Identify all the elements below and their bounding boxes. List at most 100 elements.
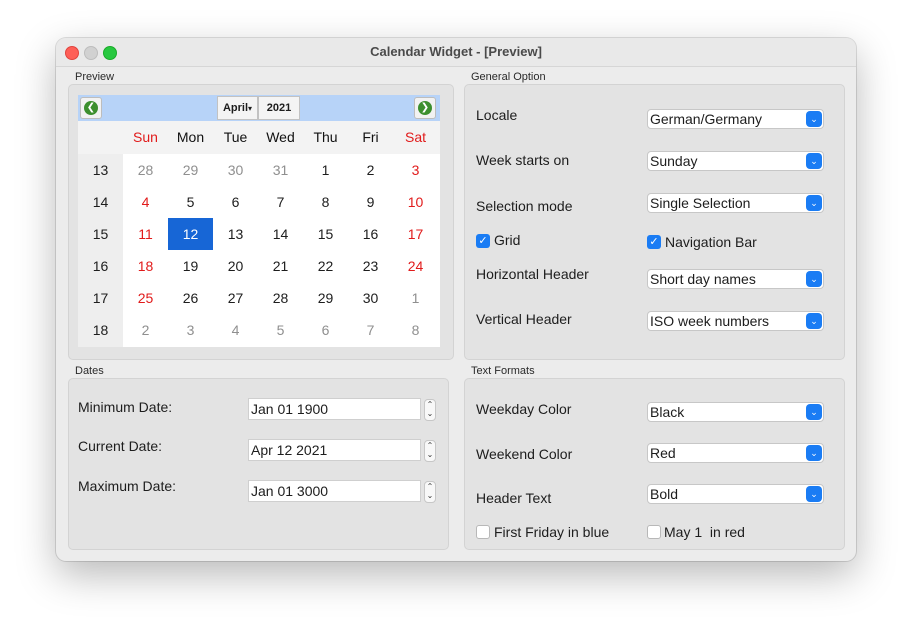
grid-label: Grid (494, 232, 521, 248)
next-month-button[interactable]: ❯ (414, 97, 436, 119)
day-cell[interactable]: 27 (213, 282, 258, 314)
horizontal-header-combobox[interactable]: Short day names ⌄ (647, 269, 824, 289)
minimum-date-field[interactable]: Jan 01 1900 (248, 398, 421, 420)
checkmark-icon: ✓ (478, 235, 488, 247)
day-cell[interactable]: 7 (258, 186, 303, 218)
day-cell[interactable]: 8 (393, 314, 438, 346)
day-cell[interactable]: 30 (213, 154, 258, 186)
day-cell[interactable]: 29 (303, 282, 348, 314)
day-cell[interactable]: 24 (393, 250, 438, 282)
day-cell[interactable]: 2 (123, 314, 168, 346)
chevron-down-icon: ⌄ (806, 195, 822, 211)
selected-day-cell[interactable]: 12 (168, 218, 213, 250)
dates-group-title: Dates (75, 365, 104, 377)
day-cell[interactable]: 13 (213, 218, 258, 250)
day-cell[interactable]: 4 (213, 314, 258, 346)
day-cell[interactable]: 6 (303, 314, 348, 346)
week-starts-label: Week starts on (476, 152, 570, 168)
day-cell[interactable]: 29 (168, 154, 213, 186)
day-cell[interactable]: 31 (258, 154, 303, 186)
day-cell[interactable]: 28 (258, 282, 303, 314)
maximum-date-label: Maximum Date: (78, 478, 177, 494)
day-cell[interactable]: 26 (168, 282, 213, 314)
horizontal-header-label: Horizontal Header (476, 266, 589, 282)
text-formats-group-title: Text Formats (471, 365, 535, 377)
day-cell[interactable]: 10 (393, 186, 438, 218)
week-starts-combobox[interactable]: Sunday ⌄ (647, 151, 824, 171)
current-date-field[interactable]: Apr 12 2021 (248, 439, 421, 461)
calendar[interactable]: ❮ April▾ 2021 ❯ Sun Mon Tue Wed Thu Fri Sat 13… (78, 95, 440, 347)
day-cell[interactable]: 16 (348, 218, 393, 250)
maximum-date-stepper[interactable]: ⌃ ⌄ (424, 481, 436, 503)
day-cell[interactable]: 18 (123, 250, 168, 282)
day-cell[interactable]: 5 (258, 314, 303, 346)
locale-value: German/Germany (650, 111, 763, 127)
day-cell[interactable]: 1 (393, 282, 438, 314)
day-cell[interactable]: 15 (303, 218, 348, 250)
chevron-down-icon: ⌄ (806, 445, 822, 461)
vertical-header-value: ISO week numbers (650, 313, 770, 329)
day-cell[interactable]: 8 (303, 186, 348, 218)
day-cell[interactable]: 4 (123, 186, 168, 218)
previous-month-button[interactable]: ❮ (80, 97, 102, 119)
day-cell[interactable]: 1 (303, 154, 348, 186)
weekday-color-combobox[interactable]: Black ⌄ (647, 402, 824, 422)
week-number: 16 (92, 258, 109, 274)
day-cell[interactable]: 25 (123, 282, 168, 314)
checkmark-icon: ✓ (649, 236, 659, 248)
day-header-sun: Sun (133, 129, 158, 145)
day-cell[interactable]: 3 (393, 154, 438, 186)
maximum-date-field[interactable]: Jan 01 3000 (248, 480, 421, 502)
header-text-label: Header Text (476, 490, 552, 506)
day-cell[interactable]: 9 (348, 186, 393, 218)
may1-checkbox[interactable] (647, 525, 661, 539)
current-date-stepper[interactable]: ⌃ ⌄ (424, 440, 436, 462)
year-selector[interactable]: 2021 (258, 96, 300, 120)
locale-label: Locale (476, 107, 518, 123)
title-bar: Calendar Widget - [Preview] (56, 38, 856, 67)
weekday-color-label: Weekday Color (476, 401, 572, 417)
week-number: 17 (92, 290, 109, 306)
weekend-color-label: Weekend Color (476, 446, 573, 462)
horizontal-header-value: Short day names (650, 271, 756, 287)
minimum-date-stepper[interactable]: ⌃ ⌄ (424, 399, 436, 421)
day-cell[interactable]: 30 (348, 282, 393, 314)
arrow-right-icon: ❯ (418, 101, 432, 115)
grid-checkbox[interactable]: ✓ (476, 234, 490, 248)
day-cell[interactable]: 7 (348, 314, 393, 346)
weekend-color-combobox[interactable]: Red ⌄ (647, 443, 824, 463)
day-cell[interactable]: 11 (123, 218, 168, 250)
day-cell[interactable]: 14 (258, 218, 303, 250)
preview-group-title: Preview (75, 71, 115, 83)
selection-mode-value: Single Selection (650, 195, 751, 211)
calendar-widget-window: Calendar Widget - [Preview] Preview ❮ Ap… (56, 38, 856, 561)
vertical-header-combobox[interactable]: ISO week numbers ⌄ (647, 311, 824, 331)
day-cell[interactable]: 2 (348, 154, 393, 186)
day-cell[interactable]: 5 (168, 186, 213, 218)
day-header-sat: Sat (404, 129, 426, 145)
month-selector[interactable]: April▾ (217, 96, 258, 120)
month-label: April (222, 102, 249, 114)
arrow-left-icon: ❮ (84, 101, 98, 115)
day-cell[interactable]: 28 (123, 154, 168, 186)
chevron-down-icon: ⌄ (806, 313, 822, 329)
day-cell[interactable]: 3 (168, 314, 213, 346)
day-cell[interactable]: 23 (348, 250, 393, 282)
day-cell[interactable]: 22 (303, 250, 348, 282)
vertical-header-label: Vertical Header (476, 311, 572, 327)
day-cell[interactable]: 17 (393, 218, 438, 250)
locale-combobox[interactable]: German/Germany ⌄ (647, 109, 824, 129)
day-cell[interactable]: 6 (213, 186, 258, 218)
first-friday-checkbox[interactable] (476, 525, 490, 539)
day-header-wed: Wed (266, 129, 295, 145)
day-cell[interactable]: 20 (213, 250, 258, 282)
day-cell[interactable]: 21 (258, 250, 303, 282)
navigation-bar-checkbox[interactable]: ✓ (647, 235, 661, 249)
header-text-combobox[interactable]: Bold ⌄ (647, 484, 824, 504)
header-text-value: Bold (650, 486, 679, 502)
selection-mode-combobox[interactable]: Single Selection ⌄ (647, 193, 824, 213)
navigation-bar-label: Navigation Bar (665, 234, 757, 250)
selection-mode-label: Selection mode (476, 198, 573, 214)
weekend-color-value: Red (650, 445, 676, 461)
day-cell[interactable]: 19 (168, 250, 213, 282)
